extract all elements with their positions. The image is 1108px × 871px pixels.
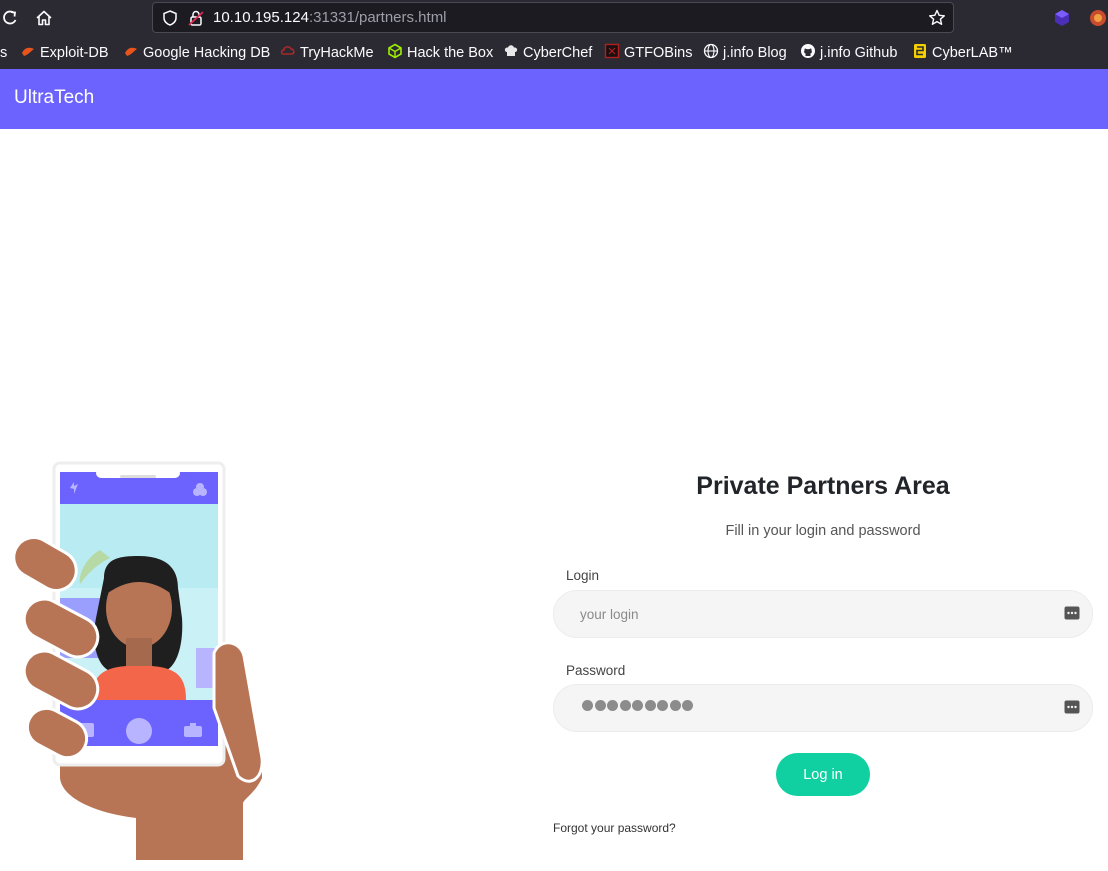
page-subtitle: Fill in your login and password [725,523,921,539]
bookmark-tryhackme[interactable]: TryHackMe [280,43,374,63]
bookmark-label: Exploit-DB [40,45,109,61]
bookmark-label: j.info Blog [723,45,787,61]
bookmark-star-icon[interactable] [927,8,947,32]
extension-cube-icon[interactable] [1052,8,1072,32]
bookmark-jinfo-github[interactable]: j.info Github [800,43,897,63]
cyberchef-icon [503,43,519,63]
bookmark-label: s [0,45,8,61]
bookmark-cyberlab[interactable]: CyberLAB™ [912,43,1013,63]
url-path: :31331/partners.html [308,9,447,26]
password-manager-icon[interactable] [1064,605,1080,624]
forgot-password-link[interactable]: Forgot your password? [553,821,676,835]
password-mask-dot [619,700,631,711]
bookmark-label: CyberLAB™ [932,45,1013,61]
password-mask-dot [657,700,668,711]
site-navbar: UltraTech [0,69,1108,129]
extension-fox-icon[interactable] [1088,8,1108,32]
bookmark-label: GTFOBins [624,45,693,61]
gtfobins-icon [604,43,620,63]
password-mask-dot [632,700,643,711]
ghdb-icon [123,43,139,63]
brand-link[interactable]: UltraTech [14,87,94,109]
cyberlab-icon [912,43,928,63]
bookmark-jinfo-blog[interactable]: j.info Blog [703,43,787,63]
tracking-shield-icon[interactable] [161,9,179,31]
address-bar[interactable]: 10.10.195.124:31331/partners.html [152,2,954,33]
bookmarks-bar: s Exploit-DB Google Hacking DB TryHackMe… [0,36,1108,69]
password-mask-dot [644,700,656,711]
bookmark-label: CyberChef [523,45,593,61]
login-button[interactable]: Log in [776,753,870,796]
bookmark-exploit-db[interactable]: Exploit-DB [20,43,109,63]
url-text[interactable]: 10.10.195.124:31331/partners.html [213,9,447,26]
bookmark-label: Google Hacking DB [143,45,271,61]
home-icon[interactable] [34,8,54,28]
login-input[interactable] [580,591,1050,637]
login-field[interactable] [553,590,1093,638]
insecure-lock-icon[interactable] [187,9,205,31]
globe-icon [703,43,719,63]
hackthebox-icon [387,43,403,63]
login-label: Login [566,568,600,583]
browser-toolbar: 10.10.195.124:31331/partners.html [0,0,1108,36]
github-icon [800,43,816,63]
bookmark-label: j.info Github [820,45,898,61]
password-mask-dot [594,700,606,711]
bookmark-cyberchef[interactable]: CyberChef [503,43,592,63]
password-input[interactable] [582,700,693,711]
bookmark-gtfobins[interactable]: GTFOBins [604,43,692,63]
password-mask-dot [682,700,693,711]
bookmark-hack-the-box[interactable]: Hack the Box [387,43,493,63]
tryhackme-icon [280,43,296,63]
bookmark-label: Hack the Box [407,45,494,61]
phone-illustration [0,458,300,871]
reload-icon[interactable] [0,8,20,28]
bookmark-google-hacking-db[interactable]: Google Hacking DB [123,43,270,63]
url-host: 10.10.195.124 [213,9,309,26]
password-manager-icon[interactable] [1064,699,1080,718]
bookmark-truncated[interactable]: s [0,43,7,63]
page-title: Private Partners Area [696,472,950,500]
password-mask-dot [582,700,593,711]
password-label: Password [566,663,626,678]
password-mask-dot [669,700,681,711]
password-field[interactable] [553,684,1093,732]
password-mask-dot [607,700,618,711]
exploit-db-icon [20,43,36,63]
bookmark-label: TryHackMe [300,45,374,61]
